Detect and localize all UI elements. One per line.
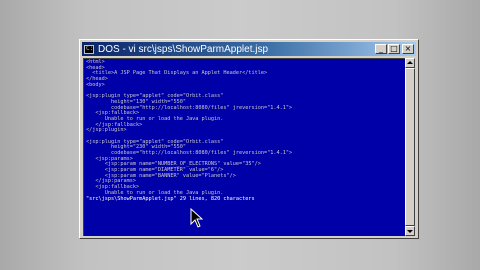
scrollbar-thumb[interactable] xyxy=(405,68,415,226)
status-line: "src\jsps\ShowParmApplet.jsp" 29 lines, … xyxy=(86,195,255,202)
mouse-pointer-icon xyxy=(190,208,204,228)
window-title: DOS - vi src\jsps\ShowParmApplet.jsp xyxy=(98,43,269,55)
dos-window: C: DOS - vi src\jsps\ShowParmApplet.jsp … xyxy=(79,39,419,239)
minimize-icon: _ xyxy=(379,44,383,53)
scroll-down-button[interactable] xyxy=(405,226,415,236)
maximize-button[interactable]: □ xyxy=(388,44,400,54)
scroll-up-button[interactable] xyxy=(405,58,415,68)
maximize-icon: □ xyxy=(390,44,398,53)
minimize-button[interactable]: _ xyxy=(375,44,387,54)
editor-text: <html> <head> <title>A JSP Page That Disp… xyxy=(84,59,405,202)
title-bar[interactable]: C: DOS - vi src\jsps\ShowParmApplet.jsp … xyxy=(82,42,416,56)
close-icon: × xyxy=(404,44,412,53)
arrow-up-icon xyxy=(407,61,413,64)
close-button[interactable]: × xyxy=(402,44,414,54)
vertical-scrollbar[interactable] xyxy=(405,58,415,236)
arrow-down-icon xyxy=(407,230,413,233)
console-icon[interactable]: C: xyxy=(84,44,94,54)
editor-area[interactable]: <html> <head> <title>A JSP Page That Disp… xyxy=(83,58,405,236)
window-controls: _ □ × xyxy=(374,44,414,54)
